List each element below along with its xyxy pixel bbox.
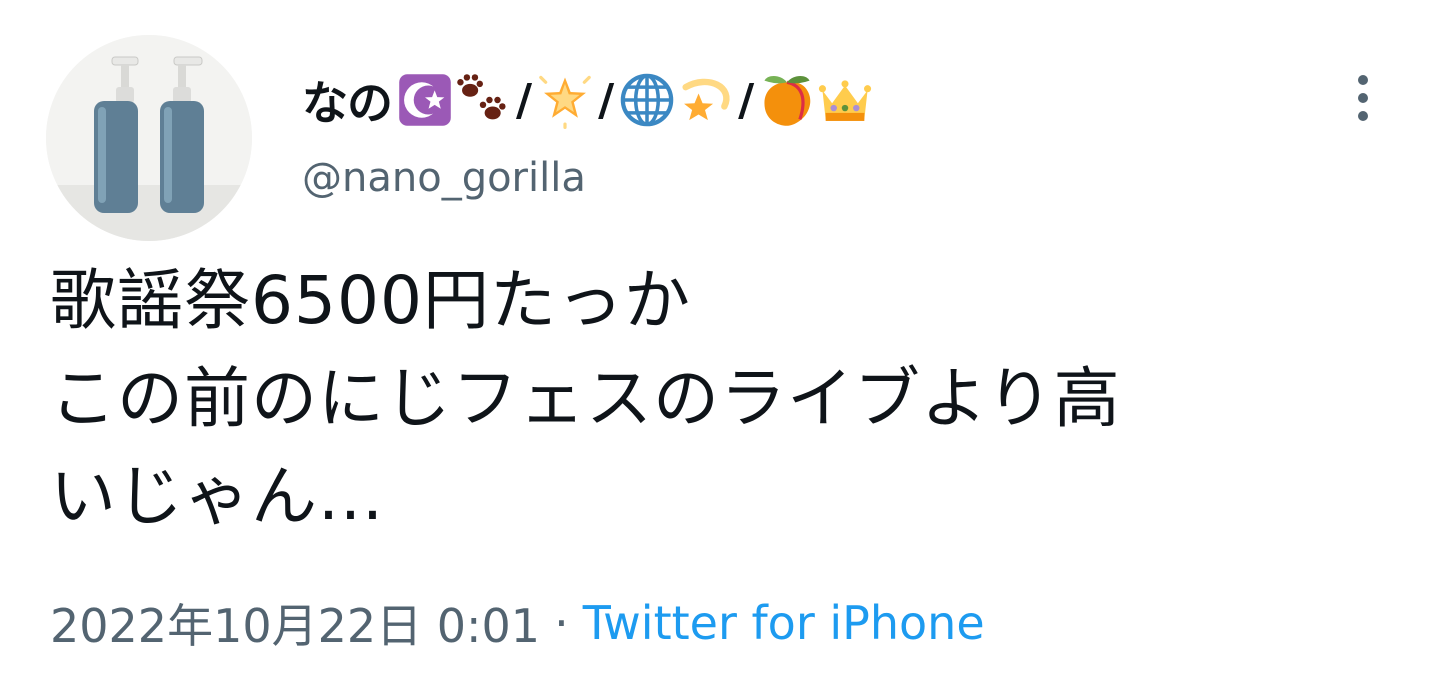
tweet-source-link[interactable]: Twitter for iPhone [583, 596, 985, 650]
name-separator: / [598, 74, 615, 126]
glowing-star-icon [539, 75, 591, 129]
globe-icon [620, 73, 674, 127]
more-options-button[interactable] [1340, 68, 1386, 128]
meta-separator: · [554, 596, 569, 650]
display-name-emojis: / / / [396, 71, 874, 129]
display-name-text: なの [302, 76, 393, 130]
crescent-star-icon [399, 74, 451, 126]
author-display-name[interactable]: なの / / / [302, 60, 874, 140]
tweet-text-line: 歌謡祭6500円たっか [50, 262, 691, 339]
author-handle[interactable]: @nano_gorilla [302, 155, 586, 201]
avatar[interactable] [46, 35, 252, 241]
name-separator: / [738, 74, 755, 126]
tweet-text-line: いじゃん... [50, 458, 384, 535]
crown-icon [819, 80, 872, 121]
tweet-text: 歌謡祭6500円たっか この前のにじフェスのライブより高 いじゃん... [50, 252, 1410, 546]
paw-prints-icon [457, 74, 506, 120]
tweet-text-line: この前のにじフェスのライブより高 [50, 360, 1121, 437]
dizzy-star-icon [682, 78, 730, 121]
name-separator: / [516, 74, 533, 126]
tweet-meta: 2022年10月22日 0:01 · Twitter for iPhone [50, 590, 985, 656]
more-vertical-icon [1358, 75, 1368, 121]
peach-icon [764, 76, 811, 126]
tweet-timestamp[interactable]: 2022年10月22日 0:01 [50, 590, 540, 656]
